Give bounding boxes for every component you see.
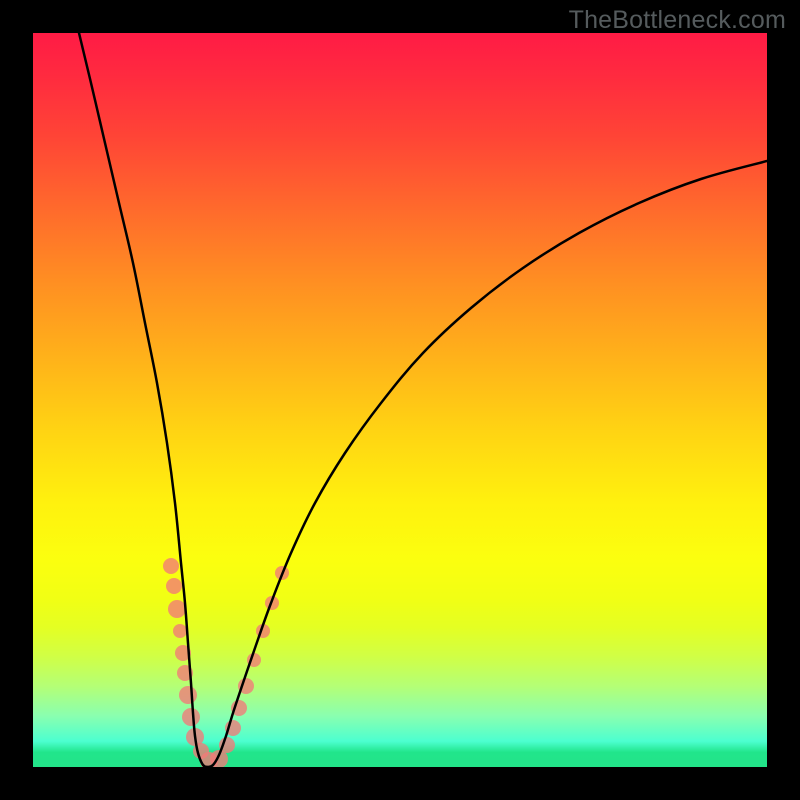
scatter-point (182, 708, 200, 726)
watermark-text: TheBottleneck.com (569, 6, 786, 35)
scatter-point (166, 578, 182, 594)
scatter-point (173, 624, 187, 638)
scatter-point (168, 600, 186, 618)
curve-right-curve (208, 161, 767, 767)
scatter-point (179, 686, 197, 704)
plot-area (33, 33, 767, 767)
chart-frame: TheBottleneck.com (0, 0, 800, 800)
curve-left-curve (79, 33, 208, 767)
scatter-point (163, 558, 179, 574)
curves-layer (33, 33, 767, 767)
